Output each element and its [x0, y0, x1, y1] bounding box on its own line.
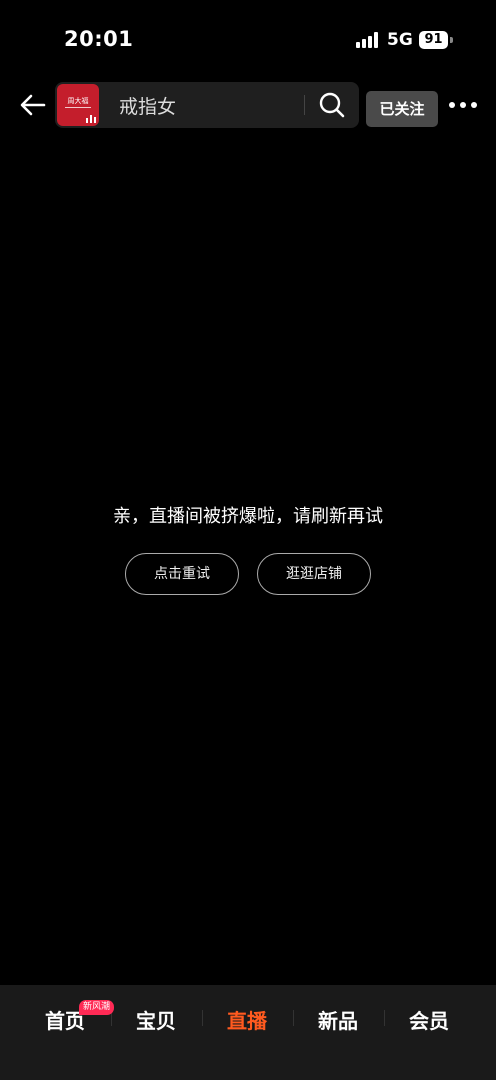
search-icon[interactable] — [319, 92, 345, 118]
tab-separator — [202, 1010, 203, 1026]
home-tab-badge: 新风潮 — [79, 1000, 115, 1015]
battery-cap — [450, 37, 453, 43]
logo-rule — [65, 107, 91, 108]
tab-new[interactable]: 新品 — [293, 1005, 383, 1034]
search-divider — [304, 95, 305, 115]
browse-shop-button[interactable]: 逛逛店铺 — [257, 553, 371, 595]
error-message: 亲，直播间被挤爆啦，请刷新再试 — [113, 506, 383, 527]
tab-separator — [384, 1010, 385, 1026]
follow-button[interactable]: 已关注 — [366, 91, 438, 127]
retry-button[interactable]: 点击重试 — [125, 553, 239, 595]
bottom-tab-bar: 首页 宝贝 直播 新品 会员 — [0, 985, 496, 1080]
tab-separator — [293, 1010, 294, 1026]
status-time: 20:01 — [64, 27, 134, 51]
live-bars-icon — [86, 115, 96, 123]
search-query[interactable]: 戒指女 — [119, 92, 176, 119]
more-options-icon[interactable] — [448, 96, 478, 114]
tab-products[interactable]: 宝贝 — [111, 1005, 201, 1034]
tab-live[interactable]: 直播 — [202, 1005, 292, 1034]
back-arrow-icon[interactable] — [18, 90, 48, 120]
store-logo-text: 周大福 — [67, 97, 89, 105]
battery-icon: 91 — [419, 31, 448, 49]
store-logo[interactable]: 周大福 — [57, 84, 99, 126]
cellular-signal-icon — [356, 32, 378, 48]
network-type: 5G — [387, 30, 413, 50]
search-bar[interactable]: 周大福 戒指女 — [55, 82, 359, 128]
tab-member[interactable]: 会员 — [384, 1005, 474, 1034]
status-bar: 20:01 5G 91 — [0, 0, 496, 72]
